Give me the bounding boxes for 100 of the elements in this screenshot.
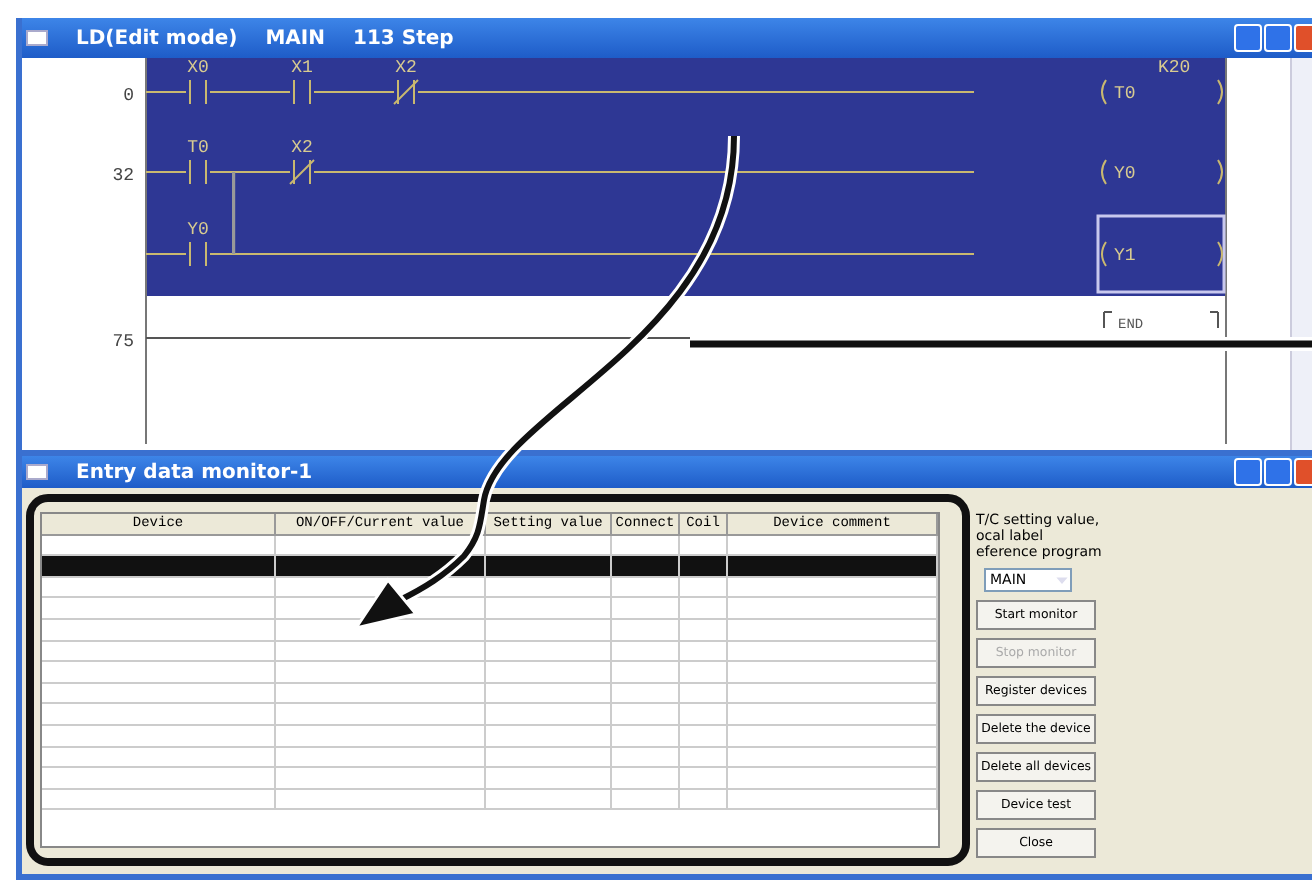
table-cell[interactable] (680, 641, 728, 663)
step-number: 75 (112, 332, 134, 352)
contact-label: Y0 (187, 220, 209, 240)
table-cell[interactable] (728, 641, 938, 663)
table-cell[interactable] (42, 789, 276, 811)
table-cell[interactable] (680, 619, 728, 642)
table-cell[interactable] (728, 747, 938, 769)
table-cell[interactable] (728, 556, 938, 578)
table-cell[interactable] (486, 556, 612, 578)
table-cell[interactable] (486, 747, 612, 769)
table-cell[interactable] (728, 683, 938, 705)
table-cell[interactable] (276, 747, 486, 769)
table-cell[interactable] (680, 704, 728, 726)
table-cell[interactable] (42, 662, 276, 684)
table-cell[interactable] (728, 598, 938, 620)
table-cell[interactable] (486, 789, 612, 811)
maximize-button[interactable] (1264, 24, 1292, 52)
table-cell[interactable] (612, 747, 680, 769)
table-cell[interactable] (728, 577, 938, 599)
table-cell[interactable] (612, 577, 680, 599)
table-cell[interactable] (612, 789, 680, 811)
table-cell[interactable] (612, 556, 680, 578)
table-cell[interactable] (486, 683, 612, 705)
table-cell[interactable] (486, 768, 612, 790)
minimize-button[interactable] (1234, 458, 1262, 486)
contact-label: X2 (291, 138, 313, 158)
program-name: MAIN (265, 27, 326, 49)
maximize-button[interactable] (1264, 458, 1292, 486)
table-cell[interactable] (680, 683, 728, 705)
table-cell[interactable] (42, 768, 276, 790)
table-cell[interactable] (728, 619, 938, 642)
table-cell[interactable] (612, 725, 680, 748)
table-cell[interactable] (612, 641, 680, 663)
table-cell[interactable] (486, 535, 612, 557)
table-cell[interactable] (728, 725, 938, 748)
table-cell[interactable] (42, 535, 276, 557)
table-cell[interactable] (680, 577, 728, 599)
table-cell[interactable] (486, 704, 612, 726)
table-cell[interactable] (680, 556, 728, 578)
table-cell[interactable] (680, 747, 728, 769)
table-cell[interactable] (486, 725, 612, 748)
coil-bracket-icon (1101, 79, 1223, 105)
contact-label: X2 (395, 58, 417, 78)
table-cell[interactable] (42, 747, 276, 769)
table-cell[interactable] (276, 725, 486, 748)
table-cell[interactable] (276, 789, 486, 811)
coil-label: Y0 (1114, 164, 1136, 184)
instruction-bracket-icon (1103, 311, 1219, 329)
table-cell[interactable] (612, 535, 680, 557)
table-cell[interactable] (486, 662, 612, 684)
coil-label: T0 (1114, 84, 1136, 104)
table-cell[interactable] (486, 598, 612, 620)
contact-label: X1 (291, 58, 313, 78)
table-cell[interactable] (680, 725, 728, 748)
table-cell[interactable] (42, 683, 276, 705)
table-cell[interactable] (276, 662, 486, 684)
table-cell[interactable] (276, 704, 486, 726)
window-title: LD(Edit mode) (76, 27, 238, 49)
table-cell[interactable] (486, 619, 612, 642)
table-cell[interactable] (680, 768, 728, 790)
table-cell[interactable] (612, 598, 680, 620)
table-cell[interactable] (276, 641, 486, 663)
table-cell[interactable] (612, 662, 680, 684)
table-cell[interactable] (486, 641, 612, 663)
table-cell[interactable] (680, 535, 728, 557)
table-cell[interactable] (42, 704, 276, 726)
table-cell[interactable] (42, 641, 276, 663)
table-cell[interactable] (680, 662, 728, 684)
contact-label: X0 (187, 58, 209, 78)
vertical-scrollbar[interactable] (1290, 58, 1312, 450)
table-cell[interactable] (42, 577, 276, 599)
coil-bracket-icon (1101, 241, 1223, 267)
window-title: Entry data monitor-1 (76, 461, 313, 483)
step-number: 32 (112, 166, 134, 186)
setting-value: K20 (1158, 58, 1191, 78)
table-cell[interactable] (728, 789, 938, 811)
table-cell[interactable] (728, 704, 938, 726)
table-cell[interactable] (728, 768, 938, 790)
table-cell[interactable] (612, 704, 680, 726)
table-cell[interactable] (42, 598, 276, 620)
table-cell[interactable] (276, 556, 486, 578)
table-cell[interactable] (276, 768, 486, 790)
window-icon (26, 464, 48, 480)
table-cell[interactable] (42, 619, 276, 642)
table-cell[interactable] (612, 768, 680, 790)
step-count: 113 Step (353, 27, 454, 49)
table-cell[interactable] (612, 619, 680, 642)
table-cell[interactable] (612, 683, 680, 705)
table-cell[interactable] (486, 577, 612, 599)
table-cell[interactable] (42, 725, 276, 748)
contact-label: T0 (187, 138, 209, 158)
minimize-button[interactable] (1234, 24, 1262, 52)
step-number: 0 (123, 86, 134, 106)
table-cell[interactable] (680, 789, 728, 811)
table-cell[interactable] (680, 598, 728, 620)
coil-label: Y1 (1114, 246, 1136, 266)
table-cell[interactable] (42, 556, 276, 578)
table-cell[interactable] (728, 535, 938, 557)
table-cell[interactable] (276, 683, 486, 705)
table-cell[interactable] (728, 662, 938, 684)
